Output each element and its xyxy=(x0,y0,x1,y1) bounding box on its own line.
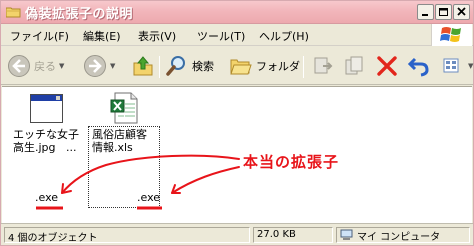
windows-flag-icon xyxy=(440,27,461,42)
maximize-icon xyxy=(439,8,448,16)
annotation-arrow-2 xyxy=(171,166,240,194)
menu-help[interactable]: ヘルプ(H) xyxy=(259,28,309,44)
file-view[interactable]: エッチな女子 高生.jpg ... 風俗店顧客 情報.xls .exe .exe xyxy=(2,86,472,223)
search-icon xyxy=(166,56,185,76)
folder-icon xyxy=(6,7,21,18)
status-location: マイ コンピュータ xyxy=(336,227,470,243)
menu-view[interactable]: 表示(V) xyxy=(138,28,176,44)
search-button[interactable]: 検索 xyxy=(165,52,214,80)
menu-file[interactable]: ファイル(F) xyxy=(10,28,69,44)
maximize-button[interactable] xyxy=(435,4,452,20)
forward-button[interactable]: ▼ xyxy=(83,52,115,80)
up-folder-button[interactable] xyxy=(131,52,155,80)
back-dropdown-icon[interactable]: ▼ xyxy=(59,62,64,70)
move-to-icon xyxy=(314,57,333,74)
minimize-button[interactable] xyxy=(417,4,434,20)
forward-dropdown-icon[interactable]: ▼ xyxy=(110,62,115,70)
copy-to-icon xyxy=(345,56,363,75)
back-button[interactable]: 戻る ▼ xyxy=(7,52,64,80)
move-to-button[interactable] xyxy=(311,52,335,80)
close-button[interactable] xyxy=(453,4,470,20)
minimize-icon xyxy=(422,14,428,16)
explorer-window: 偽装拡張子の説明 ファイル(F) 編集(E) 表示(V) ツール(T) ヘルプ(… xyxy=(0,0,474,246)
back-label: 戻る xyxy=(34,60,56,73)
annotation-arrows xyxy=(36,154,240,210)
undo-icon xyxy=(407,57,429,77)
views-button[interactable]: ▼ xyxy=(441,52,473,80)
status-size: 27.0 KB xyxy=(253,227,333,243)
folders-icon xyxy=(230,59,252,75)
status-object-count: 4 個のオブジェクト xyxy=(4,227,250,244)
close-icon xyxy=(457,7,466,16)
toolbar-separator xyxy=(303,56,304,78)
forward-arrow-icon xyxy=(84,55,106,77)
back-arrow-icon xyxy=(8,55,30,77)
toolbar: 戻る ▼ ▼ 検索 フォルダ ▼ xyxy=(1,47,473,85)
window-title: 偽装拡張子の説明 xyxy=(25,7,134,22)
folders-button[interactable]: フォルダ xyxy=(229,52,300,80)
delete-x-icon xyxy=(377,56,397,76)
status-location-label: マイ コンピュータ xyxy=(357,231,441,243)
menu-bar: ファイル(F) 編集(E) 表示(V) ツール(T) ヘルプ(H) xyxy=(1,24,473,46)
up-folder-icon xyxy=(133,56,153,76)
my-computer-icon xyxy=(340,229,353,240)
annotation-text: 本当の拡張子 xyxy=(243,153,340,171)
menu-tools[interactable]: ツール(T) xyxy=(197,28,245,44)
status-bar: 4 個のオブジェクト 27.0 KB マイ コンピュータ xyxy=(1,223,473,245)
delete-button[interactable] xyxy=(375,52,399,80)
toolbar-separator xyxy=(159,56,160,78)
menu-edit[interactable]: 編集(E) xyxy=(83,28,121,44)
windows-logo xyxy=(431,24,472,46)
views-icon xyxy=(443,58,459,73)
undo-button[interactable] xyxy=(407,52,431,80)
folders-label: フォルダ xyxy=(256,60,300,73)
copy-to-button[interactable] xyxy=(343,52,367,80)
title-bar[interactable]: 偽装拡張子の説明 xyxy=(1,1,473,24)
search-label: 検索 xyxy=(192,60,214,73)
views-dropdown-icon[interactable]: ▼ xyxy=(468,62,473,70)
